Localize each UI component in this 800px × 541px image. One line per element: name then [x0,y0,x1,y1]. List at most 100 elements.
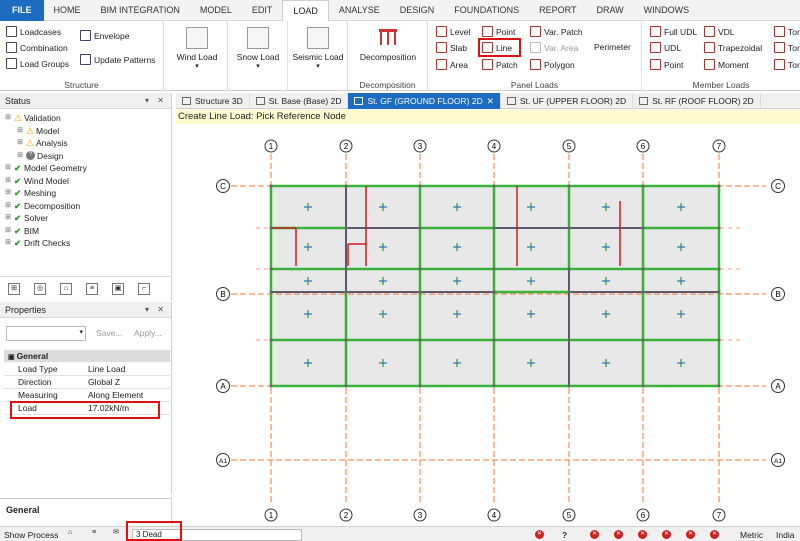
structure-icon[interactable]: ⌂ [60,282,72,295]
tree-item-analysis[interactable]: ⊞ ⚠ Analysis [4,137,171,150]
node-point[interactable] [717,338,721,342]
node-point[interactable] [492,290,496,294]
node-point[interactable] [344,184,348,188]
node-point[interactable] [492,267,496,271]
row-bubble-C[interactable]: C [216,179,230,193]
property-row-direction[interactable]: Direction Global Z [4,376,170,389]
units-label[interactable]: Metric [740,530,763,540]
loads-icon[interactable]: ≡ [86,282,98,295]
drawing-canvas[interactable]: 1 1 2 2 3 3 4 4 5 5 6 6 7 7 C C B B A A A1 A1 [176,124,800,524]
perimeter-button[interactable]: Perimeter [594,42,631,52]
wind-load-button[interactable]: Wind Load ▾ [172,27,222,72]
tree-item-decomposition[interactable]: ⊞ ✔ Decomposition [4,200,171,213]
column-bubble-3[interactable]: 3 [413,139,427,153]
model-icon[interactable]: ⊞ [8,282,20,295]
row-bubble-A1[interactable]: A1 [771,453,785,467]
globe-icon[interactable]: ◎ [34,282,46,295]
udl-button[interactable]: UDL [650,42,681,53]
help-icon[interactable]: ? [562,530,567,540]
envelope-button[interactable]: Envelope [80,30,129,41]
torsion-button-1[interactable]: Tor [774,26,800,37]
node-point[interactable] [418,267,422,271]
node-point[interactable] [269,290,273,294]
property-value[interactable]: Global Z [84,376,120,388]
node-point[interactable] [269,226,273,230]
expand-icon[interactable]: ⊞ [4,112,12,125]
area-button[interactable]: Area [436,59,468,70]
menu-file[interactable]: FILE [0,0,44,21]
column-bubble-2[interactable]: 2 [339,139,353,153]
node-point[interactable] [492,184,496,188]
tree-item-drift-checks[interactable]: ⊞ ✔ Drift Checks [4,237,171,250]
tree-item-model[interactable]: ⊞ ⚠ Model [4,125,171,138]
column-bubble-5[interactable]: 5 [562,139,576,153]
menu-design[interactable]: DESIGN [390,0,445,21]
column-bubble-7[interactable]: 7 [712,508,726,522]
expand-icon[interactable]: ⊞ [16,150,24,163]
menu-foundations[interactable]: FOUNDATIONS [444,0,529,21]
point-load-button[interactable]: Point [482,26,515,37]
seismic-load-button[interactable]: Seismic Load ▾ [292,27,344,72]
tree-item-validation[interactable]: ⊞ ⚠ Validation [4,112,171,125]
torsion-button-2[interactable]: Tor [774,42,800,53]
member-point-button[interactable]: Point [650,59,683,70]
column-bubble-4[interactable]: 4 [487,508,501,522]
apply-button[interactable]: Apply... [134,328,162,338]
error-icon[interactable]: ✕ [535,530,544,539]
node-point[interactable] [269,184,273,188]
menu-home[interactable]: HOME [44,0,91,21]
node-point[interactable] [641,338,645,342]
node-point[interactable] [418,184,422,188]
moment-button[interactable]: Moment [704,59,749,70]
node-point[interactable] [641,290,645,294]
node-point[interactable] [717,290,721,294]
node-point[interactable] [492,226,496,230]
column-bubble-6[interactable]: 6 [636,508,650,522]
node-point[interactable] [269,267,273,271]
node-point[interactable] [567,226,571,230]
vdl-button[interactable]: VDL [704,26,735,37]
node-point[interactable] [567,184,571,188]
tab-0[interactable]: Structure 3D [176,93,250,109]
tree-item-solver[interactable]: ⊞ ✔ Solver [4,212,171,225]
node-point[interactable] [567,290,571,294]
member-icon[interactable]: ⌐ [138,282,150,295]
process-icon[interactable]: ⌂ [64,528,76,540]
menu-edit[interactable]: EDIT [242,0,283,21]
panel-controls[interactable]: ▾ ✕ [145,302,167,318]
level-button[interactable]: Level [436,26,470,37]
column-bubble-3[interactable]: 3 [413,508,427,522]
column-bubble-6[interactable]: 6 [636,139,650,153]
column-bubble-2[interactable]: 2 [339,508,353,522]
loads-icon[interactable]: ≡ [88,528,100,540]
load-groups-button[interactable]: Load Groups [6,58,69,69]
node-point[interactable] [269,384,273,388]
menu-analyse[interactable]: ANALYSE [329,0,390,21]
node-point[interactable] [641,384,645,388]
var-patch-button[interactable]: Var. Patch [530,26,583,37]
node-point[interactable] [492,338,496,342]
expand-icon[interactable]: ⊞ [4,175,12,188]
property-template-select[interactable]: ▾ [6,326,86,341]
snow-load-button[interactable]: Snow Load ▾ [232,27,284,72]
menu-model[interactable]: MODEL [190,0,242,21]
loadcases-button[interactable]: Loadcases [6,26,61,37]
row-bubble-B[interactable]: B [216,287,230,301]
mail-icon[interactable]: ✉ [110,528,122,540]
node-point[interactable] [418,384,422,388]
property-value[interactable]: Along Element [84,389,143,401]
update-patterns-button[interactable]: Update Patterns [80,54,155,65]
error-icon[interactable]: ✕ [638,530,647,539]
slab-button[interactable]: Slab [436,42,467,53]
node-point[interactable] [418,226,422,230]
expand-icon[interactable]: ⊞ [4,237,12,250]
decomposition-button[interactable]: Decomposition [356,25,420,62]
error-icon[interactable]: ✕ [614,530,623,539]
row-bubble-A[interactable]: A [771,379,785,393]
property-value[interactable]: Line Load [84,363,125,375]
expand-icon[interactable]: ⊞ [4,225,12,238]
node-point[interactable] [344,338,348,342]
error-icon[interactable]: ✕ [710,530,719,539]
node-point[interactable] [717,267,721,271]
close-icon[interactable]: ✕ [487,93,494,109]
